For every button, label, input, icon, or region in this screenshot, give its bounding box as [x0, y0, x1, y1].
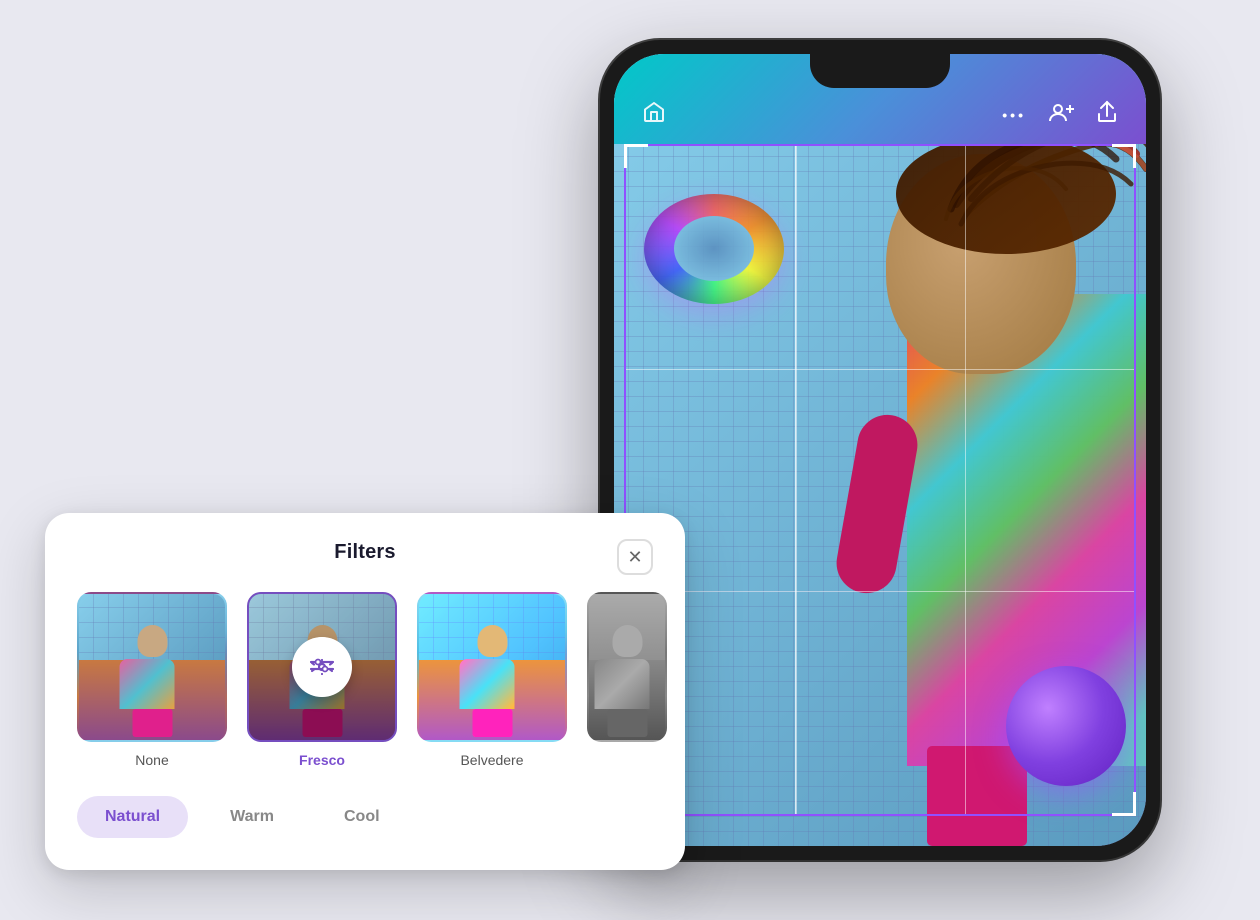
- filter-label-fresco: Fresco: [299, 752, 345, 768]
- tone-warm-button[interactable]: Warm: [202, 796, 302, 838]
- phone-screen: •••: [614, 54, 1146, 846]
- filter-thumb-fourth: [587, 592, 667, 742]
- filter-tones: Natural Warm Cool: [77, 796, 653, 838]
- tone-cool-button[interactable]: Cool: [316, 796, 408, 838]
- mini-figure-belvedere: [460, 625, 525, 735]
- phone-notch: [810, 54, 950, 88]
- filter-panel: Filters ✕ None: [45, 513, 685, 870]
- mini-figure-none: [120, 625, 185, 735]
- filter-thumb-belvedere: [417, 592, 567, 742]
- tone-natural-button[interactable]: Natural: [77, 796, 188, 838]
- filter-thumbnails: None: [77, 592, 653, 768]
- corner-br: [1112, 792, 1136, 816]
- fresco-icon-overlay: [292, 637, 352, 697]
- filter-header: Filters ✕: [77, 541, 653, 564]
- more-icon[interactable]: •••: [1002, 107, 1026, 123]
- filter-item-fresco[interactable]: Fresco: [247, 592, 397, 768]
- filter-label-none: None: [135, 752, 168, 768]
- close-icon: ✕: [627, 548, 642, 566]
- corner-tr: [1112, 144, 1136, 168]
- filter-item-none[interactable]: None: [77, 592, 227, 768]
- filter-item-belvedere[interactable]: Belvedere: [417, 592, 567, 768]
- corner-tl: [624, 144, 648, 168]
- photo-background: [614, 54, 1146, 846]
- close-button[interactable]: ✕: [617, 539, 653, 575]
- filter-title: Filters: [334, 541, 395, 564]
- filter-thumb-none: [77, 592, 227, 742]
- mini-figure-fourth: [595, 625, 660, 735]
- filter-label-belvedere: Belvedere: [460, 752, 523, 768]
- share-icon[interactable]: [1096, 100, 1118, 130]
- filter-thumb-fresco: [247, 592, 397, 742]
- home-icon[interactable]: [642, 100, 666, 130]
- crop-grid: [624, 144, 1136, 816]
- add-friend-icon[interactable]: [1048, 101, 1074, 129]
- filter-item-fourth[interactable]: [587, 592, 667, 752]
